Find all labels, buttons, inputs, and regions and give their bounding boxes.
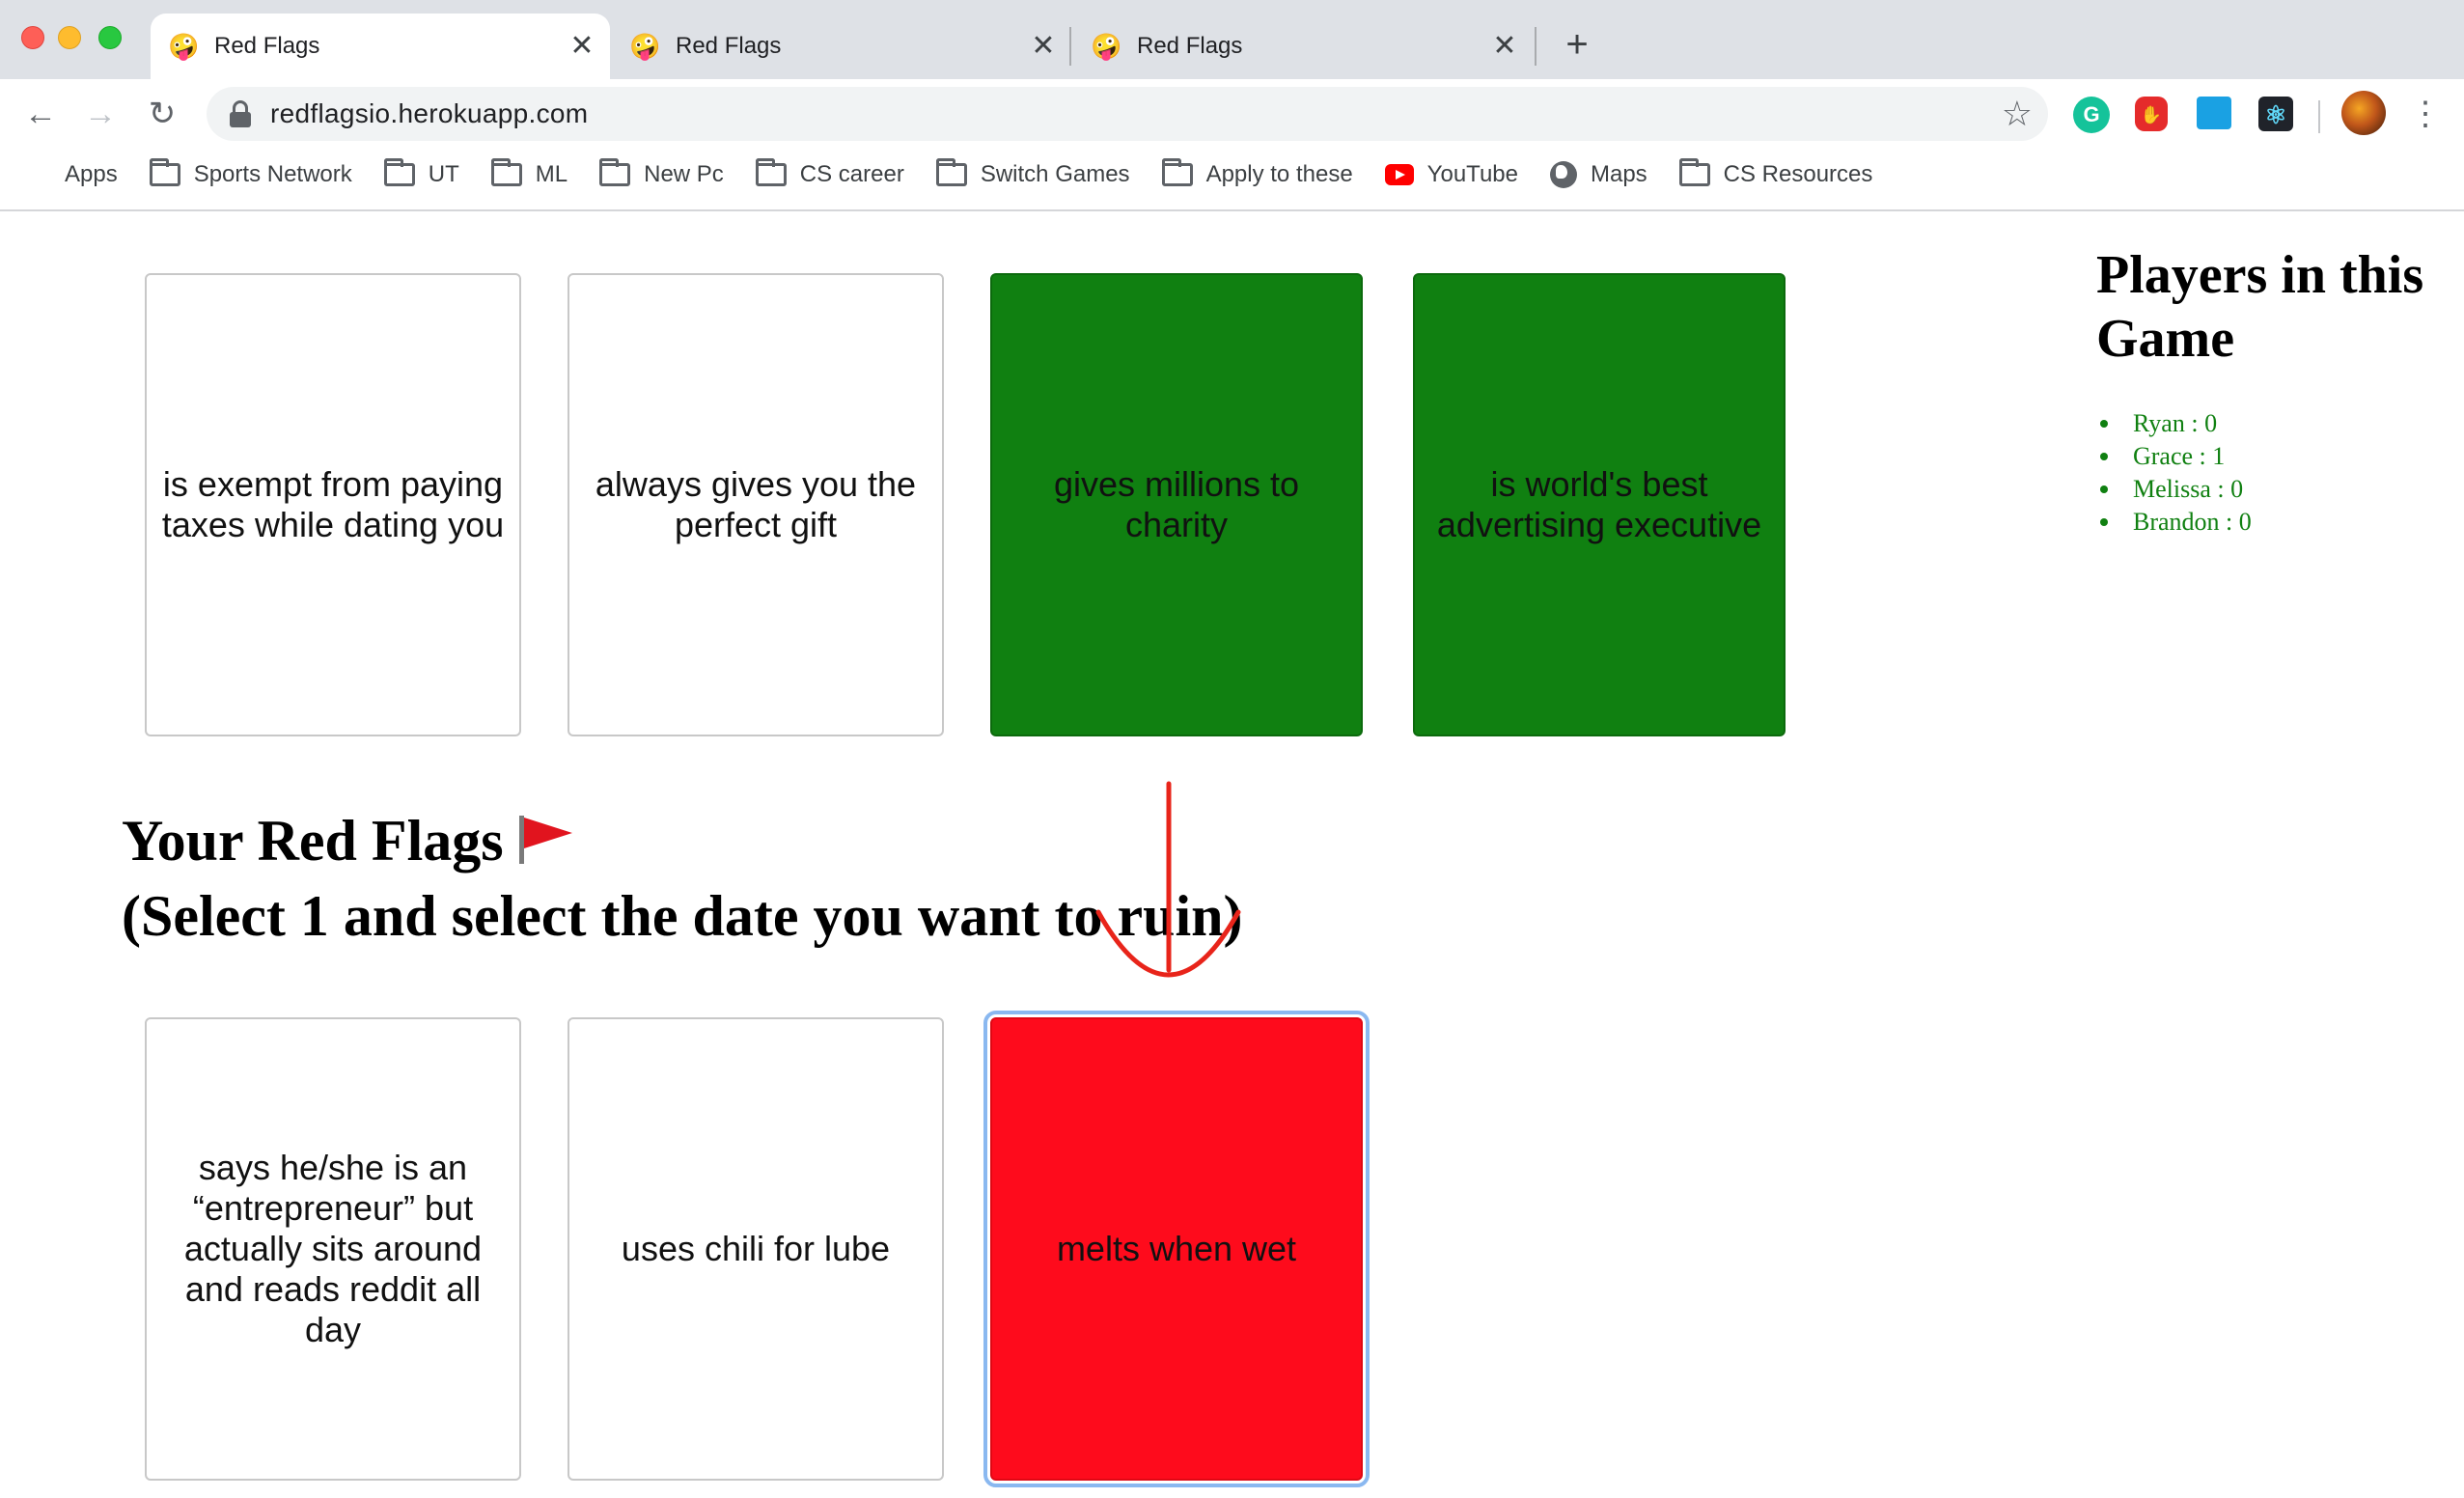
red-flags-instruction: (Select 1 and select the date you want t…	[122, 884, 1243, 948]
date-card-text: is exempt from paying taxes while dating…	[161, 464, 505, 544]
toolbar-separator	[2318, 100, 2320, 133]
date-card-2[interactable]: always gives you the perfect gift	[568, 273, 944, 736]
folder-icon	[383, 158, 415, 186]
react-devtools-icon[interactable]: ⚛	[2258, 97, 2293, 131]
youtube-icon	[1384, 164, 1414, 185]
bookmark-star-icon[interactable]: ☆	[2002, 95, 2033, 133]
bookmark-label: UT	[428, 161, 459, 187]
browser-chrome: 🤪 Red Flags ✕ 🤪 Red Flags ✕ 🤪 Red Flags …	[0, 0, 2464, 211]
bookmark-ut[interactable]: UT	[383, 149, 459, 201]
tab-separator	[1535, 27, 1537, 66]
bookmarks-bar: Apps Sports Network UT ML New Pc CS care…	[0, 149, 2464, 201]
profile-avatar[interactable]	[2341, 91, 2386, 135]
date-card-3[interactable]: gives millions to charity	[990, 273, 1363, 736]
reload-icon[interactable]: ↻	[139, 91, 185, 137]
browser-toolbar: ← → ↻ redflagsio.herokuapp.com ☆ G ✋ ⚛ ⋮	[0, 79, 2464, 149]
red-flag-card-3[interactable]: melts when wet	[983, 1011, 1370, 1487]
back-arrow-icon[interactable]: ←	[17, 91, 64, 137]
folder-icon	[935, 158, 967, 186]
tab-strip: 🤪 Red Flags ✕ 🤪 Red Flags ✕ 🤪 Red Flags …	[0, 0, 2464, 79]
folder-icon	[1161, 158, 1193, 186]
bookmark-cs-career[interactable]: CS career	[755, 149, 904, 201]
more-menu-icon[interactable]: ⋮	[2409, 93, 2442, 135]
bookmark-label: Maps	[1590, 161, 1647, 187]
date-card-4[interactable]: is world's best advertising executive	[1413, 273, 1786, 736]
player-item: Ryan : 0	[2096, 407, 2252, 440]
folder-icon	[490, 158, 522, 186]
window-extension-icon[interactable]	[2197, 97, 2231, 129]
folder-icon	[755, 158, 787, 186]
close-tab-icon[interactable]: ✕	[1488, 30, 1521, 63]
globe-icon	[1549, 161, 1577, 188]
bookmark-label: Apps	[65, 161, 118, 187]
apps-grid-icon	[25, 162, 51, 188]
bookmark-switch-games[interactable]: Switch Games	[935, 149, 1130, 201]
close-window-button[interactable]	[21, 26, 44, 49]
zany-face-icon: 🤪	[168, 32, 200, 61]
bookmark-label: ML	[535, 161, 568, 187]
bookmark-ml[interactable]: ML	[490, 149, 568, 201]
player-item: Melissa : 0	[2096, 473, 2252, 506]
red-flag-card-text: says he/she is an “entrepreneur” but act…	[183, 1148, 483, 1349]
tab-title: Red Flags	[1137, 33, 1243, 59]
bookmark-apply-to-these[interactable]: Apply to these	[1161, 149, 1353, 201]
date-card-text: always gives you the perfect gift	[595, 464, 917, 544]
red-flag-card-text: melts when wet	[1056, 1229, 1297, 1268]
bookmark-label: CS career	[799, 161, 904, 187]
folder-icon	[1678, 158, 1710, 186]
tab-red-flags-1[interactable]: 🤪 Red Flags ✕	[151, 14, 610, 79]
players-list: Ryan : 0 Grace : 1 Melissa : 0 Brandon :…	[2096, 407, 2252, 539]
tab-red-flags-2[interactable]: 🤪 Red Flags ✕	[612, 14, 1071, 79]
red-triangular-flag-icon	[513, 812, 575, 866]
bookmark-sports-network[interactable]: Sports Network	[149, 149, 352, 201]
address-bar[interactable]: redflagsio.herokuapp.com ☆	[207, 87, 2048, 141]
bookmark-label: CS Resources	[1723, 161, 1873, 187]
bookmark-label: New Pc	[644, 161, 724, 187]
red-flag-card-2[interactable]: uses chili for lube	[568, 1017, 944, 1481]
bookmark-label: Apply to these	[1205, 161, 1353, 187]
tab-red-flags-3[interactable]: 🤪 Red Flags ✕	[1073, 14, 1533, 79]
zany-face-icon: 🤪	[1091, 32, 1122, 61]
players-title: Players in this Game	[2096, 245, 2424, 369]
bookmark-label: YouTube	[1426, 161, 1518, 187]
bookmark-youtube[interactable]: YouTube	[1384, 149, 1518, 201]
date-card-1[interactable]: is exempt from paying taxes while dating…	[145, 273, 521, 736]
bookmark-label: Switch Games	[980, 161, 1130, 187]
url-text[interactable]: redflagsio.herokuapp.com	[270, 98, 588, 129]
red-flags-heading: Your Red Flags (Select 1 and select the …	[122, 803, 1243, 954]
lock-icon[interactable]	[228, 100, 253, 127]
zany-face-icon: 🤪	[629, 32, 661, 61]
red-flag-card-1[interactable]: says he/she is an “entrepreneur” but act…	[145, 1017, 521, 1481]
tab-title: Red Flags	[676, 33, 782, 59]
grammarly-extension-icon[interactable]: G	[2073, 97, 2110, 133]
date-card-text: gives millions to charity	[1053, 464, 1300, 544]
folder-icon	[149, 158, 180, 186]
maximize-window-button[interactable]	[98, 26, 122, 49]
folder-icon	[599, 158, 631, 186]
bookmark-cs-resources[interactable]: CS Resources	[1678, 149, 1873, 201]
adblock-extension-icon[interactable]: ✋	[2135, 97, 2168, 131]
player-item: Grace : 1	[2096, 440, 2252, 473]
bookmark-apps[interactable]: Apps	[25, 149, 118, 201]
bookmark-maps[interactable]: Maps	[1549, 149, 1647, 201]
bookmark-new-pc[interactable]: New Pc	[599, 149, 724, 201]
red-flag-card-text: uses chili for lube	[621, 1229, 891, 1268]
new-tab-button[interactable]: +	[1556, 23, 1598, 66]
player-item: Brandon : 0	[2096, 506, 2252, 539]
date-card-text: is world's best advertising executive	[1436, 464, 1762, 544]
red-flags-title: Your Red Flags	[122, 809, 504, 873]
close-tab-icon[interactable]: ✕	[566, 30, 598, 63]
tab-separator	[1069, 27, 1071, 66]
minimize-window-button[interactable]	[58, 26, 81, 49]
tab-title: Red Flags	[214, 33, 320, 59]
forward-arrow-icon[interactable]: →	[77, 91, 124, 137]
bookmark-label: Sports Network	[193, 161, 352, 187]
close-tab-icon[interactable]: ✕	[1027, 30, 1060, 63]
